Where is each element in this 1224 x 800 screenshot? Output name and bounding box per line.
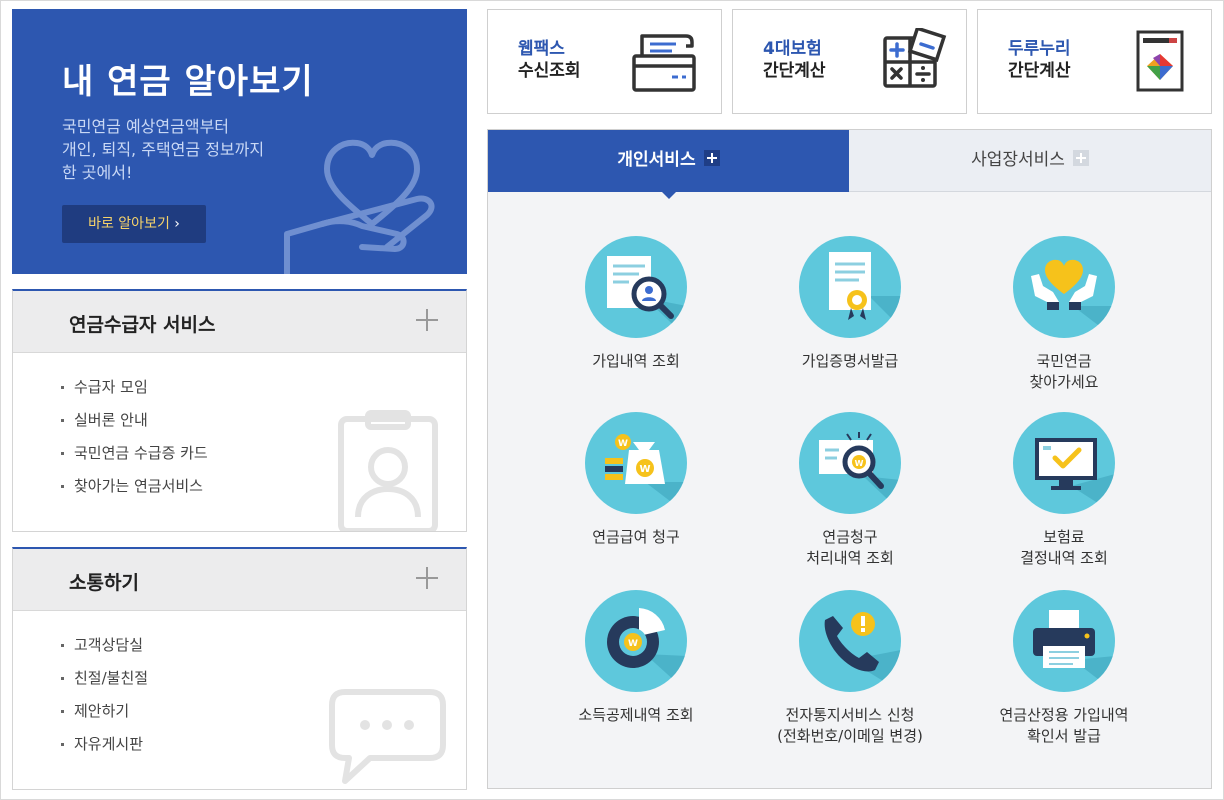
tab-business-service[interactable]: 사업장서비스 (849, 130, 1211, 192)
service-label: 전자통지서비스 신청 (전화번호/이메일 변경) (750, 705, 950, 747)
phone-alert-icon (799, 590, 901, 692)
service-label: 연금청구처리내역 조회 (750, 527, 950, 569)
service-pension-calc-certificate[interactable]: 연금산정용 가입내역확인서 발급 (964, 590, 1164, 747)
panel-header: 소통하기 (13, 549, 466, 611)
panel-header: 연금수급자 서비스 (13, 291, 466, 353)
tab-label: 개인서비스 (617, 150, 696, 170)
service-benefit-claim[interactable]: W W 연금급여 청구 (536, 412, 736, 548)
webfax-button[interactable]: 웹팩스 수신조회 (487, 9, 722, 114)
monitor-check-icon (1013, 412, 1115, 514)
list-item[interactable]: 고객상담실 (61, 635, 148, 668)
document-search-icon (585, 236, 687, 338)
chat-bubble-icon (329, 689, 446, 784)
service-income-deduction[interactable]: W 소득공제내역 조회 (536, 590, 736, 726)
list-item[interactable]: 수급자 모임 (61, 377, 208, 410)
quick-label-line2: 수신조회 (518, 61, 581, 81)
svg-text:W: W (855, 459, 864, 468)
service-label-line: 보험료 (1043, 528, 1085, 546)
panel-title: 소통하기 (69, 572, 139, 594)
durunuri-calc-button[interactable]: 두루누리 간단계산 (977, 9, 1212, 114)
list-item[interactable]: 자유게시판 (61, 734, 148, 767)
service-label: 가입증명서발급 (750, 351, 950, 372)
service-enrollment-history[interactable]: 가입내역 조회 (536, 236, 736, 372)
pension-recipient-panel: 연금수급자 서비스 수급자 모임 실버론 안내 국민연금 수급증 카드 찾아가는… (12, 289, 467, 532)
svg-text:W: W (618, 439, 628, 449)
service-tab-panel: 개인서비스 사업장서비스 가입내역 조회 가입증명서발급 국민연금 찾아가세요 … (487, 129, 1212, 789)
svg-text:W: W (639, 464, 650, 475)
list-item[interactable]: 국민연금 수급증 카드 (61, 443, 208, 476)
banner-title: 내 연금 알아보기 (62, 62, 314, 102)
list-item[interactable]: 친절/불친절 (61, 668, 148, 701)
list-item[interactable]: 찾아가는 연금서비스 (61, 476, 208, 509)
quick-label-line2: 간단계산 (1008, 61, 1071, 81)
service-label: 국민연금찾아가세요 (964, 351, 1164, 393)
go-check-button[interactable]: 바로 알아보기 (62, 205, 206, 243)
plus-icon (1072, 150, 1089, 166)
communication-panel: 소통하기 고객상담실 친절/불친절 제안하기 자유게시판 (12, 547, 467, 790)
heart-hands-icon (1013, 236, 1115, 338)
service-label-line: 소득공제내역 조회 (578, 706, 694, 724)
service-e-notice[interactable]: 전자통지서비스 신청 (전화번호/이메일 변경) (750, 590, 950, 747)
service-label: 가입내역 조회 (536, 351, 736, 372)
plus-icon (703, 150, 720, 166)
certificate-icon (799, 236, 901, 338)
service-label-line: 가입내역 조회 (592, 352, 680, 370)
svg-text:W: W (628, 639, 638, 649)
calculator-icon (883, 28, 947, 88)
receipt-search-icon: W (799, 412, 901, 514)
service-certificate-issue[interactable]: 가입증명서발급 (750, 236, 950, 372)
service-label-line: 연금급여 청구 (592, 528, 680, 546)
service-label: 연금산정용 가입내역확인서 발급 (964, 705, 1164, 747)
more-plus-icon[interactable] (416, 309, 438, 331)
service-label-line: 국민연금 (1036, 352, 1092, 370)
list-item[interactable]: 실버론 안내 (61, 410, 208, 443)
service-label-line: 찾아가세요 (1029, 373, 1099, 391)
pie-chart-icon: W (585, 590, 687, 692)
insurance-calc-button[interactable]: 4대보험 간단계산 (732, 9, 967, 114)
service-label: 소득공제내역 조회 (536, 705, 736, 726)
service-label: 보험료결정내역 조회 (964, 527, 1164, 569)
quick-label-line2: 간단계산 (763, 61, 826, 81)
more-plus-icon[interactable] (416, 567, 438, 589)
service-label-line: 연금청구 (822, 528, 878, 546)
service-label-line: 전자통지서비스 신청 (785, 706, 915, 724)
service-label-line: 연금산정용 가입내역 (999, 706, 1129, 724)
service-claim-status[interactable]: W 연금청구처리내역 조회 (750, 412, 950, 569)
tab-label: 사업장서비스 (971, 150, 1065, 170)
service-find-pension[interactable]: 국민연금찾아가세요 (964, 236, 1164, 393)
heart-hand-icon (284, 139, 435, 274)
service-label: 연금급여 청구 (536, 527, 736, 548)
active-tab-caret (662, 192, 676, 199)
list-item[interactable]: 제안하기 (61, 701, 148, 734)
service-label-line: 확인서 발급 (1027, 727, 1101, 745)
panel-title: 연금수급자 서비스 (69, 314, 216, 336)
service-label-line: (전화번호/이메일 변경) (777, 727, 923, 745)
service-premium-history[interactable]: 보험료결정내역 조회 (964, 412, 1164, 569)
service-label-line: 가입증명서발급 (801, 352, 899, 370)
tab-personal-service[interactable]: 개인서비스 (488, 130, 849, 192)
fax-icon (632, 34, 696, 92)
printer-icon (1013, 590, 1115, 692)
communication-list: 고객상담실 친절/불친절 제안하기 자유게시판 (61, 635, 148, 767)
service-label-line: 처리내역 조회 (806, 549, 894, 567)
durunuri-icon (1136, 30, 1184, 92)
my-pension-banner[interactable]: 내 연금 알아보기 국민연금 예상연금액부터 개인, 퇴직, 주택연금 정보까지… (12, 9, 467, 274)
pension-service-list: 수급자 모임 실버론 안내 국민연금 수급증 카드 찾아가는 연금서비스 (61, 377, 208, 509)
id-card-icon (338, 410, 438, 531)
money-bag-icon: W W (585, 412, 687, 514)
service-label-line: 결정내역 조회 (1020, 549, 1108, 567)
